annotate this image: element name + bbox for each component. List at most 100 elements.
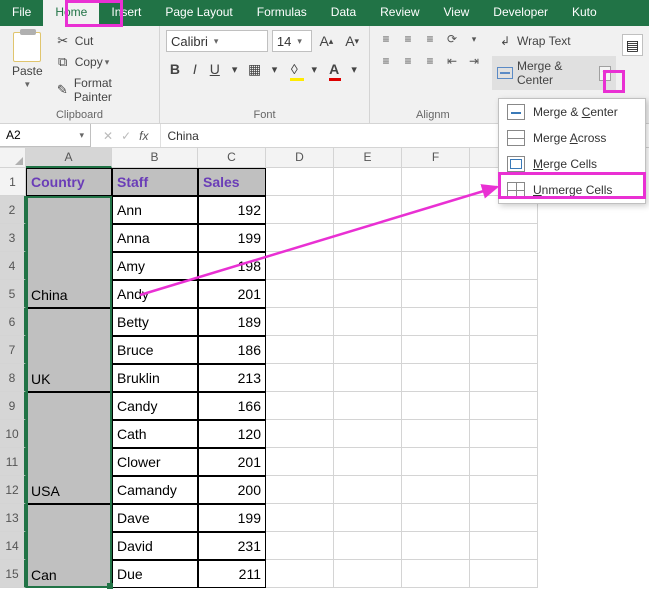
cell-F9[interactable] (402, 392, 470, 420)
cell-F7[interactable] (402, 336, 470, 364)
cell-D1[interactable] (266, 168, 334, 196)
enter-formula-button[interactable]: ✓ (121, 129, 131, 143)
cell-G4[interactable] (470, 252, 538, 280)
cell-E6[interactable] (334, 308, 402, 336)
borders-button[interactable]: ▦ (246, 58, 264, 80)
cell-C5[interactable]: 201 (198, 280, 266, 308)
tab-developer[interactable]: Developer (481, 0, 560, 26)
cell-C1[interactable]: Sales (198, 168, 266, 196)
tab-view[interactable]: View (432, 0, 482, 26)
cell-G9[interactable] (470, 392, 538, 420)
row-header-12[interactable]: 12 (0, 476, 26, 504)
row-header-6[interactable]: 6 (0, 308, 26, 336)
cell-B2[interactable]: Ann (112, 196, 198, 224)
cell-D3[interactable] (266, 224, 334, 252)
cell-E11[interactable] (334, 448, 402, 476)
cell-B11[interactable]: Clower (112, 448, 198, 476)
cell-D10[interactable] (266, 420, 334, 448)
cell-D12[interactable] (266, 476, 334, 504)
wrap-text-button[interactable]: ↲Wrap Text (492, 30, 616, 52)
cell-F13[interactable] (402, 504, 470, 532)
cell-E8[interactable] (334, 364, 402, 392)
row-header-11[interactable]: 11 (0, 448, 26, 476)
cell-E14[interactable] (334, 532, 402, 560)
cell-F1[interactable] (402, 168, 470, 196)
underline-dropdown[interactable]: ▾ (226, 58, 244, 80)
row-header-10[interactable]: 10 (0, 420, 26, 448)
name-box[interactable]: A2▾ (0, 124, 91, 147)
cell-G10[interactable] (470, 420, 538, 448)
orientation-dropdown[interactable]: ▾ (464, 30, 484, 48)
merge-center-button[interactable]: Merge & Center ▾ (492, 56, 616, 90)
cell-E1[interactable] (334, 168, 402, 196)
cell-D7[interactable] (266, 336, 334, 364)
align-bottom-button[interactable]: ≡ (420, 30, 440, 48)
cell-D2[interactable] (266, 196, 334, 224)
cell-D14[interactable] (266, 532, 334, 560)
row-header-8[interactable]: 8 (0, 364, 26, 392)
cell-B6[interactable]: Betty (112, 308, 198, 336)
format-painter-button[interactable]: ✎Format Painter (51, 74, 153, 106)
cell-E2[interactable] (334, 196, 402, 224)
menu-item-unmerge-cells[interactable]: Unmerge Cells (499, 177, 645, 203)
cell-B9[interactable]: Candy (112, 392, 198, 420)
cell-A9[interactable]: USA (26, 392, 112, 504)
tab-home[interactable]: Home (43, 0, 99, 26)
cell-E10[interactable] (334, 420, 402, 448)
cell-C14[interactable]: 231 (198, 532, 266, 560)
cell-G15[interactable] (470, 560, 538, 588)
cell-F11[interactable] (402, 448, 470, 476)
row-header-1[interactable]: 1 (0, 168, 26, 196)
fill-color-button[interactable]: ◊ (285, 58, 303, 80)
row-header-5[interactable]: 5 (0, 280, 26, 308)
menu-item-merge-cells[interactable]: Merge Cells (499, 151, 645, 177)
cell-A6[interactable]: UK (26, 308, 112, 392)
cell-C12[interactable]: 200 (198, 476, 266, 504)
row-header-4[interactable]: 4 (0, 252, 26, 280)
cancel-formula-button[interactable]: ✕ (103, 129, 113, 143)
cell-G6[interactable] (470, 308, 538, 336)
cell-G11[interactable] (470, 448, 538, 476)
col-header-F[interactable]: F (402, 148, 470, 168)
cell-F14[interactable] (402, 532, 470, 560)
cell-F8[interactable] (402, 364, 470, 392)
tab-insert[interactable]: Insert (99, 0, 153, 26)
cell-B3[interactable]: Anna (112, 224, 198, 252)
row-header-7[interactable]: 7 (0, 336, 26, 364)
cell-C2[interactable]: 192 (198, 196, 266, 224)
tab-review[interactable]: Review (368, 0, 431, 26)
cell-B4[interactable]: Amy (112, 252, 198, 280)
cell-C11[interactable]: 201 (198, 448, 266, 476)
cell-G7[interactable] (470, 336, 538, 364)
cell-G5[interactable] (470, 280, 538, 308)
row-header-3[interactable]: 3 (0, 224, 26, 252)
cell-B8[interactable]: Bruklin (112, 364, 198, 392)
italic-button[interactable]: I (186, 58, 204, 80)
cell-B12[interactable]: Camandy (112, 476, 198, 504)
cell-E7[interactable] (334, 336, 402, 364)
cell-G8[interactable] (470, 364, 538, 392)
cell-E15[interactable] (334, 560, 402, 588)
cell-A2[interactable]: China (26, 196, 112, 308)
cell-F2[interactable] (402, 196, 470, 224)
cell-D5[interactable] (266, 280, 334, 308)
align-left-button[interactable]: ≡ (376, 52, 396, 70)
cell-D13[interactable] (266, 504, 334, 532)
font-color-button[interactable]: A (325, 58, 343, 80)
cell-B1[interactable]: Staff (112, 168, 198, 196)
copy-button[interactable]: ⧉Copy▾ (51, 52, 153, 72)
underline-button[interactable]: U (206, 58, 224, 80)
cell-F10[interactable] (402, 420, 470, 448)
cell-E9[interactable] (334, 392, 402, 420)
paste-dropdown-caret[interactable]: ▼ (23, 80, 31, 89)
cell-G3[interactable] (470, 224, 538, 252)
cut-button[interactable]: ✂Cut (51, 31, 153, 51)
cell-E13[interactable] (334, 504, 402, 532)
row-header-15[interactable]: 15 (0, 560, 26, 588)
col-header-C[interactable]: C (198, 148, 266, 168)
cell-C13[interactable]: 199 (198, 504, 266, 532)
font-name-select[interactable]: Calibri▾ (166, 30, 268, 52)
conditional-format-button[interactable]: ▤ (622, 34, 643, 56)
bold-button[interactable]: B (166, 58, 184, 80)
fill-color-dropdown[interactable]: ▾ (305, 58, 323, 80)
